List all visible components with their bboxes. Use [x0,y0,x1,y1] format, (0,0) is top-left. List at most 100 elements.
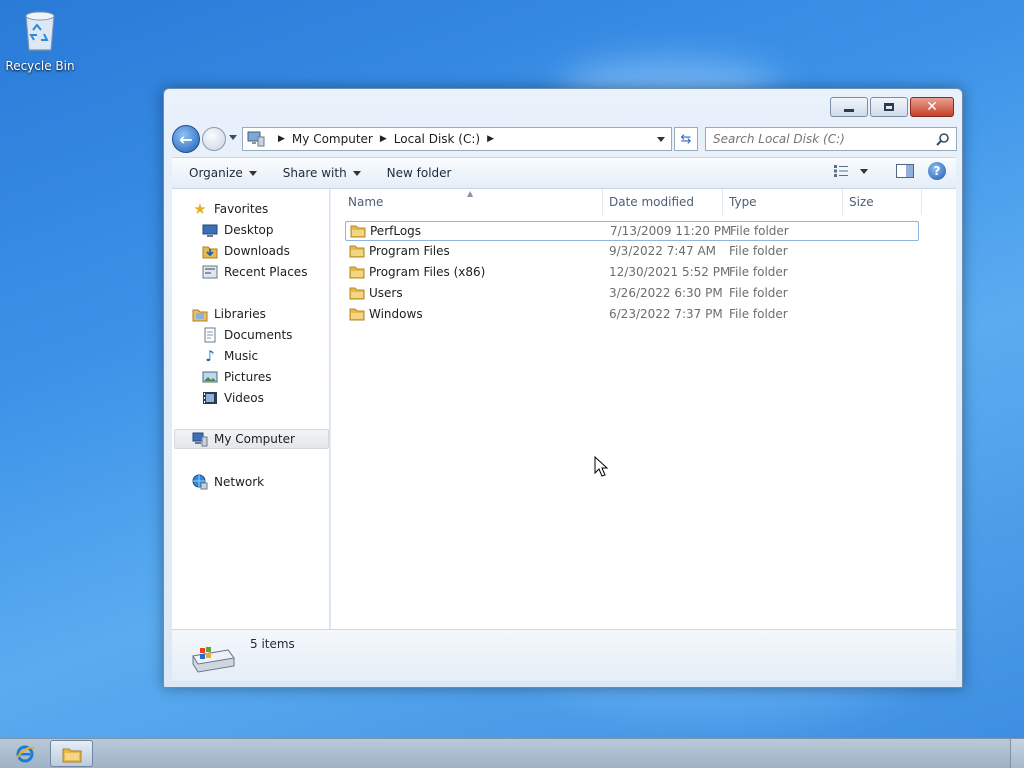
file-type: File folder [729,244,788,258]
sort-ascending-icon: ▲ [467,189,474,198]
column-date-modified[interactable]: Date modified [609,195,694,209]
file-type: File folder [729,286,788,300]
column-type[interactable]: Type [729,195,757,209]
help-icon: ? [933,164,941,178]
nav-my-computer-label: My Computer [214,432,295,446]
nav-my-computer[interactable]: My Computer [174,429,329,449]
nav-desktop[interactable]: Desktop [202,220,274,240]
mouse-cursor-icon [594,456,608,477]
share-with-label: Share with [282,166,347,180]
preview-pane-button[interactable] [896,164,914,178]
maximize-button[interactable] [870,97,908,117]
view-list-icon [834,165,848,177]
internet-explorer-icon [16,745,35,763]
new-folder-label: New folder [386,166,452,180]
folder-icon [349,245,365,258]
internet-explorer-taskbar-button[interactable] [8,742,42,766]
nav-libraries[interactable]: Libraries [192,304,266,324]
refresh-icon: ⇆ [680,131,692,147]
nav-favorites-label: Favorites [214,202,269,216]
folder-icon [349,266,365,279]
file-date-modified: 12/30/2021 5:52 PM [609,265,731,279]
nav-downloads[interactable]: Downloads [202,241,290,261]
chevron-down-icon [860,168,868,174]
back-button[interactable]: ← [172,125,200,153]
file-name: PerfLogs [370,224,422,238]
nav-favorites[interactable]: ★ Favorites [192,199,268,219]
recent-pages-dropdown[interactable] [229,135,237,140]
minimize-button[interactable] [830,97,868,117]
music-icon: ♪ [205,347,215,365]
table-row[interactable]: PerfLogs 7/13/2009 11:20 PM File folder [345,221,919,241]
network-icon [192,474,208,490]
windows-explorer-taskbar-button[interactable] [50,740,93,767]
details-pane: 5 items [172,629,956,681]
videos-icon [203,392,217,404]
refresh-button[interactable]: ⇆ [674,127,698,151]
search-icon [936,133,949,146]
help-button[interactable]: ? [928,162,946,180]
breadcrumb-chevron-icon[interactable]: ▶ [278,134,285,144]
documents-icon [204,327,216,343]
address-history-dropdown[interactable] [657,137,665,142]
close-button[interactable]: ✕ [910,97,954,117]
nav-pictures-label: Pictures [224,370,272,384]
organize-button[interactable]: Organize [180,161,266,185]
navigation-bar: ← ▶ My Computer ▶ Local Disk (C:) ▶ ⇆ [172,125,957,153]
table-row[interactable]: Users 3/26/2022 6:30 PM File folder [345,284,919,304]
command-bar-right: ? [834,162,946,180]
maximize-icon [884,103,894,111]
column-size[interactable]: Size [849,195,874,209]
recycle-bin-label: Recycle Bin [5,59,75,73]
column-divider[interactable] [921,189,922,215]
table-row[interactable]: Windows 6/23/2022 7:37 PM File folder [345,305,919,325]
change-view-button[interactable] [834,165,868,177]
recent-places-icon [202,265,218,279]
search-box[interactable] [705,127,957,151]
new-folder-button[interactable]: New folder [378,161,461,185]
window-controls: ✕ [830,97,954,117]
breadcrumb-my-computer[interactable]: My Computer [292,132,373,146]
nav-pictures[interactable]: Pictures [202,367,272,387]
column-divider[interactable] [602,189,603,215]
breadcrumb-chevron-icon[interactable]: ▶ [487,134,494,144]
computer-icon [247,131,265,147]
downloads-icon [202,246,218,259]
nav-music-label: Music [224,349,259,363]
nav-videos[interactable]: Videos [202,388,264,408]
forward-button[interactable] [202,127,226,151]
show-desktop-button[interactable] [1010,739,1024,768]
address-bar[interactable]: ▶ My Computer ▶ Local Disk (C:) ▶ [242,127,672,151]
nav-music[interactable]: ♪ Music [202,346,258,366]
item-count: 5 items [250,637,295,651]
nav-desktop-label: Desktop [224,223,274,237]
breadcrumb-chevron-icon[interactable]: ▶ [380,134,387,144]
recycle-bin-shortcut[interactable]: Recycle Bin [4,6,76,73]
nav-recent-places[interactable]: Recent Places [202,262,307,282]
column-divider[interactable] [722,189,723,215]
file-date-modified: 7/13/2009 11:20 PM [610,224,732,238]
search-input[interactable] [713,132,923,146]
libraries-icon [192,309,208,322]
nav-documents[interactable]: Documents [202,325,292,345]
column-name[interactable]: Name [348,195,383,209]
recycle-bin-icon [25,11,55,51]
file-name: Program Files [369,244,450,258]
file-name: Users [369,286,403,300]
file-list: ▲ Name Date modified Type Size PerfLogs 7… [331,189,956,629]
command-bar: Organize Share with New folder ? [172,157,956,189]
table-row[interactable]: Program Files 9/3/2022 7:47 AM File folder [345,242,919,262]
nav-videos-label: Videos [224,391,264,405]
breadcrumb-local-disk[interactable]: Local Disk (C:) [394,132,480,146]
breadcrumb: ▶ My Computer ▶ Local Disk (C:) ▶ [271,132,501,146]
share-with-button[interactable]: Share with [274,161,370,185]
file-list-header: ▲ Name Date modified Type Size [331,189,956,215]
desktop-icon [202,224,218,237]
table-row[interactable]: Program Files (x86) 12/30/2021 5:52 PM Fil… [345,263,919,283]
file-date-modified: 6/23/2022 7:37 PM [609,307,723,321]
column-divider[interactable] [842,189,843,215]
nav-network[interactable]: Network [192,472,264,492]
close-icon: ✕ [926,99,938,115]
chevron-down-icon [248,170,257,176]
nav-libraries-label: Libraries [214,307,266,321]
